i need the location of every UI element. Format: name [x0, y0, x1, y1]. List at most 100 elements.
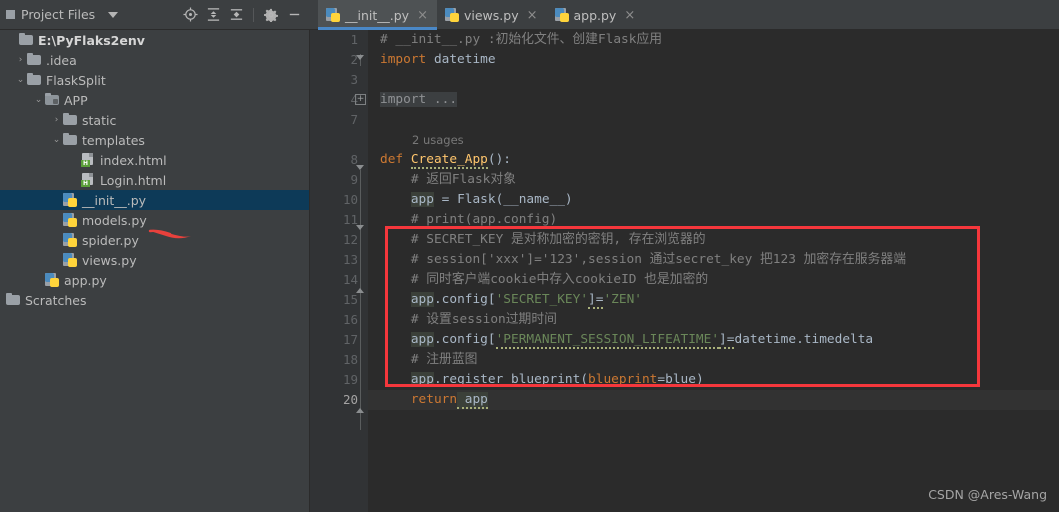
code-folding-column[interactable]: + [354, 30, 368, 512]
tab-views-py[interactable]: views.py × [437, 0, 547, 30]
tree-item-label: Login.html [100, 172, 167, 188]
code-comment: # 同时客户端cookie中存入cookieID 也是加密的 [410, 272, 709, 287]
code-text: = [657, 372, 666, 387]
tab-app-py[interactable]: app.py × [547, 0, 645, 30]
code-text: .register_blueprint( [433, 372, 589, 387]
project-file-tree[interactable]: E:\PyFlaks2env › .idea ⌄ FlaskSplit ⌄ AP… [0, 30, 310, 512]
chevron-right-icon[interactable]: › [14, 55, 27, 65]
python-file-icon [554, 8, 569, 22]
tree-item-app-py[interactable]: app.py [0, 270, 309, 290]
fold-collapse-icon[interactable] [355, 164, 366, 175]
line-number-gutter[interactable]: 1 2 3 4 7 8 9 10 11 12 13 14 15 16 17 18… [310, 30, 368, 512]
chevron-down-icon[interactable] [108, 11, 119, 18]
code-line-13[interactable]: # session['xxx']='123',session 通过secret_… [368, 250, 1059, 270]
tree-item-idea[interactable]: › .idea [0, 50, 309, 70]
code-comment: # print(app.config) [410, 212, 558, 227]
code-variable: app [457, 392, 488, 409]
code-string-key: 'SECRET_KEY' [495, 292, 589, 307]
code-line-20[interactable]: return app [368, 390, 1059, 410]
tree-item-init-py[interactable]: __init__.py [0, 190, 309, 210]
python-file-icon [63, 213, 77, 227]
code-comment: # SECRET_KEY 是对称加密的密钥, 存在浏览器的 [410, 232, 706, 247]
code-line-9[interactable]: # 返回Flask对象 [368, 170, 1059, 190]
code-line-16[interactable]: # 设置session过期时间 [368, 310, 1059, 330]
code-line-14[interactable]: # 同时客户端cookie中存入cookieID 也是加密的 [368, 270, 1059, 290]
fold-end-icon[interactable] [355, 404, 366, 415]
code-text: ]= [588, 292, 604, 309]
watermark: CSDN @Ares-Wang [928, 487, 1047, 502]
tree-item-label: APP [64, 92, 88, 108]
fold-expand-icon[interactable]: + [355, 94, 366, 105]
fold-line [360, 170, 361, 430]
chevron-down-icon[interactable]: ⌄ [50, 135, 63, 145]
tree-item-root[interactable]: E:\PyFlaks2env [0, 30, 309, 50]
close-icon[interactable]: × [527, 8, 538, 23]
code-line-3[interactable] [368, 70, 1059, 90]
tree-item-label: E:\PyFlaks2env [38, 32, 145, 48]
settings-gear-icon[interactable] [262, 6, 280, 24]
project-files-dropdown[interactable]: Project Files [6, 7, 119, 22]
tree-item-static[interactable]: › static [0, 110, 309, 130]
code-content[interactable]: # __init__.py :初始化文件、创建Flask应用 import da… [368, 30, 1059, 512]
folder-icon [6, 293, 20, 306]
code-editor[interactable]: 1 2 3 4 7 8 9 10 11 12 13 14 15 16 17 18… [310, 30, 1059, 512]
close-icon[interactable]: × [417, 8, 428, 23]
tab-label: __init__.py [345, 7, 410, 23]
code-text: ]= [719, 332, 735, 349]
tab-init-py[interactable]: __init__.py × [318, 0, 437, 30]
minimize-icon[interactable] [285, 6, 303, 24]
code-text: = Flask(__name__) [433, 192, 573, 207]
python-file-icon [326, 8, 340, 22]
collapse-all-icon[interactable] [227, 6, 245, 24]
code-line-1[interactable]: # __init__.py :初始化文件、创建Flask应用 [368, 30, 1059, 50]
code-keyword: def [380, 152, 404, 167]
code-line-10[interactable]: app = Flask(__name__) [368, 190, 1059, 210]
tree-item-login-html[interactable]: H Login.html [0, 170, 309, 190]
project-panel-toolbar [181, 6, 306, 24]
code-line-12[interactable]: # SECRET_KEY 是对称加密的密钥, 存在浏览器的 [368, 230, 1059, 250]
code-line-4[interactable]: import ... [368, 90, 1059, 110]
usages-hint[interactable]: 2 usages [368, 130, 1059, 150]
tree-item-label: views.py [82, 252, 137, 268]
tree-item-views-py[interactable]: views.py [0, 250, 309, 270]
code-line-19[interactable]: app.register_blueprint(blueprint=blue) [368, 370, 1059, 390]
code-line-17[interactable]: app.config['PERMANENT_SESSION_LIFEATIME'… [368, 330, 1059, 350]
tree-item-index-html[interactable]: H index.html [0, 150, 309, 170]
intention-bulb-icon[interactable] [368, 413, 369, 426]
tree-item-label: index.html [100, 152, 167, 168]
folder-icon [63, 113, 77, 126]
folder-icon [27, 73, 41, 86]
red-arrow-annotation [148, 229, 191, 239]
code-line-18[interactable]: # 注册蓝图 [368, 350, 1059, 370]
python-file-icon [63, 233, 77, 247]
tree-item-label: static [82, 112, 117, 128]
fold-collapse-icon[interactable] [355, 54, 366, 65]
code-line-11[interactable]: # print(app.config) [368, 210, 1059, 230]
tree-item-app-folder[interactable]: ⌄ APP [0, 90, 309, 110]
tree-item-scratches[interactable]: Scratches [0, 290, 309, 310]
chevron-right-icon[interactable]: › [50, 115, 63, 125]
fold-collapse-icon[interactable] [355, 224, 366, 235]
code-line-7[interactable] [368, 110, 1059, 130]
code-arg: blue [665, 372, 696, 387]
tree-item-templates[interactable]: ⌄ templates [0, 130, 309, 150]
code-line-15[interactable]: app.config['SECRET_KEY']='ZEN' [368, 290, 1059, 310]
fold-end-icon[interactable] [355, 284, 366, 295]
code-keyword: import [380, 52, 427, 67]
close-icon[interactable]: × [624, 8, 635, 23]
tree-item-label: models.py [82, 212, 147, 228]
chevron-down-icon[interactable]: ⌄ [14, 75, 27, 85]
code-line-8[interactable]: def Create_App(): [368, 150, 1059, 170]
code-comment: # 设置session过期时间 [410, 312, 557, 327]
html-file-icon: H [81, 153, 95, 167]
expand-all-icon[interactable] [204, 6, 222, 24]
project-panel-icon [6, 10, 15, 19]
code-variable: app [410, 192, 434, 207]
tree-item-flasksplit[interactable]: ⌄ FlaskSplit [0, 70, 309, 90]
target-locate-icon[interactable] [181, 6, 199, 24]
code-line-2[interactable]: import datetime [368, 50, 1059, 70]
ide-window: Project Files __init__.py × views.py × a… [0, 0, 1059, 512]
editor-tabs: __init__.py × views.py × app.py × [310, 0, 1059, 30]
folded-import-region[interactable]: import ... [380, 92, 458, 107]
chevron-down-icon[interactable]: ⌄ [32, 95, 45, 105]
